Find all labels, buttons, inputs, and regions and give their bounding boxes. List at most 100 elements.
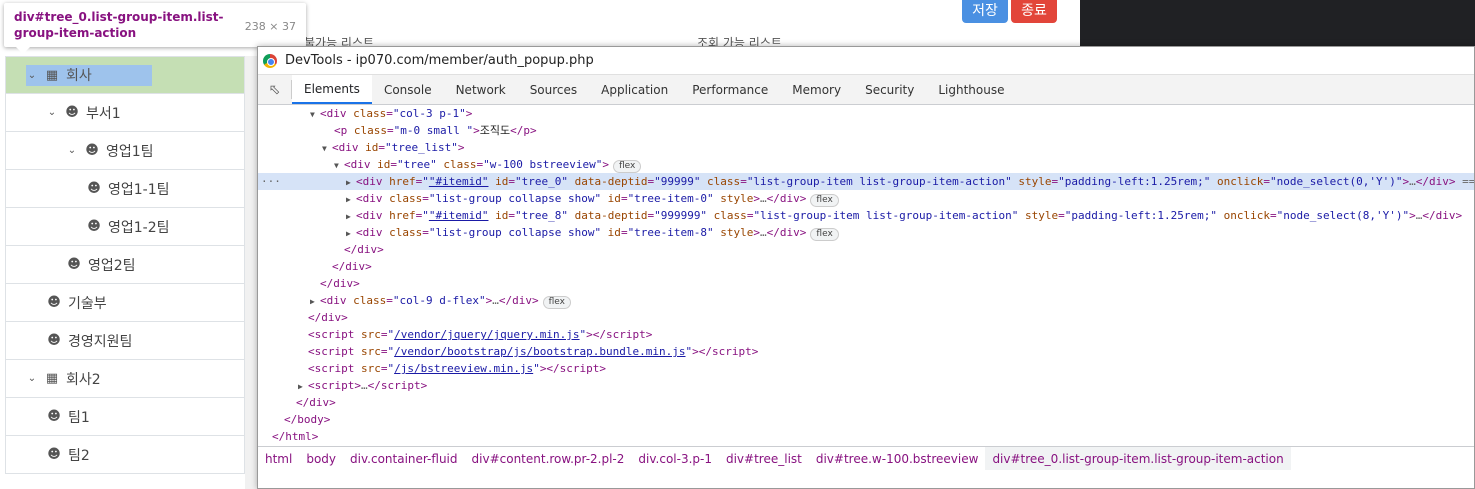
flex-badge[interactable]: flex (612, 160, 642, 173)
close-button[interactable]: 종료 (1011, 0, 1057, 23)
tree-item-team2[interactable]: ☻ 팀2 (5, 436, 245, 474)
tooltip-selector: div#tree_0.list-group-item.list-group-it… (14, 10, 224, 40)
dom-node-selected[interactable]: ··· ▶ <div href=""#itemid" id="tree_0" dat… (258, 173, 1474, 190)
users-icon: ☻ (65, 105, 79, 120)
devtools-title: DevTools - ip070.com/member/auth_popup.p… (285, 53, 594, 68)
chrome-icon (263, 53, 277, 68)
scrollbar-track (245, 56, 257, 489)
tab-sources[interactable]: Sources (518, 75, 589, 104)
chevron-down-icon: ⌄ (67, 145, 77, 156)
devtools-titlebar[interactable]: DevTools - ip070.com/member/auth_popup.p… (258, 47, 1474, 75)
dom-node[interactable]: ▶ <div class="list-group collapse show" i… (258, 224, 1474, 241)
more-options-icon[interactable]: ··· (261, 173, 281, 190)
tab-security[interactable]: Security (853, 75, 926, 104)
tree-item-label: 팀1 (68, 409, 90, 426)
tree-item-dept1[interactable]: ⌄ ☻ 부서1 (5, 94, 245, 132)
dom-node[interactable]: <p class="m-0 small ">조직도</p> (258, 122, 1474, 139)
building-icon: ▦ (45, 371, 59, 386)
dom-close-tag[interactable]: </div> (258, 241, 1474, 258)
tab-application[interactable]: Application (589, 75, 680, 104)
expand-triangle-icon: ▶ (310, 297, 315, 306)
tree-item-sales1-2[interactable]: ☻ 영업1-2팀 (5, 208, 245, 246)
select-element-icon[interactable]: ⬁ (258, 80, 292, 99)
dom-node[interactable]: ▼ <div id="tree" class="w-100 bstreeview"… (258, 156, 1474, 173)
breadcrumb-item[interactable]: div.container-fluid (343, 447, 464, 470)
script-link[interactable]: /vendor/jquery/jquery.min.js (394, 328, 579, 341)
tree-item-label: 영업2팀 (88, 257, 136, 274)
dom-tree: ▼ <div class="col-3 p-1"> <p class="m-0 s… (258, 105, 1474, 446)
tree-item-label: 영업1-2팀 (108, 219, 170, 236)
tree-item-label: 회사 (66, 68, 92, 84)
flex-badge[interactable]: flex (542, 296, 571, 309)
flex-badge[interactable]: flex (810, 194, 839, 207)
dom-close-tag[interactable]: </div> (258, 258, 1474, 275)
tree-item-management[interactable]: ☻ 경영지원팀 (5, 322, 245, 360)
breadcrumb-item-active[interactable]: div#tree_0.list-group-item.list-group-it… (985, 447, 1291, 470)
devtools-window: DevTools - ip070.com/member/auth_popup.p… (257, 46, 1475, 489)
tree-item-team1[interactable]: ☻ 팀1 (5, 398, 245, 436)
dom-close-tag[interactable]: </div> (258, 275, 1474, 292)
org-tree: ⌄ ▦ 회사 ⌄ ☻ 부서1 ⌄ ☻ 영업1팀 ☻ 영업1-1팀 ☻ 영업1-2… (5, 56, 245, 474)
tab-elements[interactable]: Elements (292, 75, 372, 104)
dom-close-tag[interactable]: </div> (258, 309, 1474, 326)
dom-node[interactable]: ▶ <div class="list-group collapse show" i… (258, 190, 1474, 207)
tree-item-company[interactable]: ⌄ ▦ 회사 (5, 56, 245, 94)
breadcrumb-item[interactable]: div.col-3.p-1 (631, 447, 719, 470)
tree-item-label: 부서1 (86, 105, 121, 122)
tree-item-label: 회사2 (66, 371, 101, 388)
user-group-icon: ☻ (87, 181, 101, 196)
chevron-down-icon: ⌄ (27, 69, 37, 81)
tree-item-company2[interactable]: ⌄ ▦ 회사2 (5, 360, 245, 398)
collapse-triangle-icon: ▼ (310, 110, 315, 119)
users-icon: ☻ (47, 447, 61, 462)
script-link[interactable]: /js/bstreeview.min.js (394, 362, 533, 375)
dom-close-tag[interactable]: </body> (258, 411, 1474, 428)
collapse-triangle-icon: ▼ (334, 161, 339, 170)
expand-triangle-icon: ▶ (346, 195, 351, 204)
dom-script-node[interactable]: <script src="/vendor/jquery/jquery.min.j… (258, 326, 1474, 343)
dom-node[interactable]: ▼ <div class="col-3 p-1"> (258, 105, 1474, 122)
tree-item-label: 경영지원팀 (68, 333, 133, 350)
breadcrumb: html body div.container-fluid div#conten… (258, 446, 1474, 470)
expand-triangle-icon: ▶ (346, 178, 351, 187)
breadcrumb-item[interactable]: html (258, 447, 299, 470)
dom-close-tag[interactable]: </html> (258, 428, 1474, 445)
dom-script-node[interactable]: <script src="/js/bstreeview.min.js"></sc… (258, 360, 1474, 377)
breadcrumb-item[interactable]: div#content.row.pr-2.pl-2 (465, 447, 632, 470)
user-group-icon: ☻ (67, 257, 81, 272)
breadcrumb-item[interactable]: div#tree_list (719, 447, 809, 470)
dom-node[interactable]: ▼ <div id="tree_list"> (258, 139, 1474, 156)
breadcrumb-item[interactable]: body (299, 447, 343, 470)
tab-lighthouse[interactable]: Lighthouse (926, 75, 1016, 104)
expand-triangle-icon: ▶ (298, 382, 303, 391)
expand-triangle-icon: ▶ (346, 212, 351, 221)
tab-console[interactable]: Console (372, 75, 444, 104)
tab-performance[interactable]: Performance (680, 75, 780, 104)
users-icon: ☻ (47, 295, 61, 310)
tree-item-sales2[interactable]: ☻ 영업2팀 (5, 246, 245, 284)
tab-network[interactable]: Network (444, 75, 518, 104)
chevron-down-icon: ⌄ (47, 107, 57, 118)
dom-node[interactable]: ▶ <div href=""#itemid" id="tree_8" data-d… (258, 207, 1474, 224)
tooltip-arrow (16, 47, 30, 54)
dom-node[interactable]: ▶ <div class="col-9 d-flex">…</div> flex (258, 292, 1474, 309)
script-link[interactable]: /vendor/bootstrap/js/bootstrap.bundle.mi… (394, 345, 685, 358)
chevron-down-icon: ⌄ (27, 373, 37, 384)
tree-item-label: 영업1-1팀 (108, 181, 170, 198)
tree-item-tech[interactable]: ☻ 기술부 (5, 284, 245, 322)
tree-item-sales1[interactable]: ⌄ ☻ 영업1팀 (5, 132, 245, 170)
dom-script-node[interactable]: <script src="/vendor/bootstrap/js/bootst… (258, 343, 1474, 360)
breadcrumb-item[interactable]: div#tree.w-100.bstreeview (809, 447, 986, 470)
dom-close-tag[interactable]: </div> (258, 394, 1474, 411)
flex-badge[interactable]: flex (810, 228, 839, 241)
tree-item-label: 영업1팀 (106, 143, 154, 160)
save-button[interactable]: 저장 (962, 0, 1008, 23)
tree-item-label: 기술부 (68, 295, 107, 312)
collapse-triangle-icon: ▼ (322, 144, 327, 153)
inspect-tooltip: div#tree_0.list-group-item.list-group-it… (4, 3, 306, 47)
tab-memory[interactable]: Memory (780, 75, 853, 104)
dom-script-node[interactable]: ▶ <script>…</script> (258, 377, 1474, 394)
tree-item-sales1-1[interactable]: ☻ 영업1-1팀 (5, 170, 245, 208)
highlight-overlay: ⌄ ▦ 회사 (26, 64, 152, 86)
users-icon: ☻ (47, 333, 61, 348)
